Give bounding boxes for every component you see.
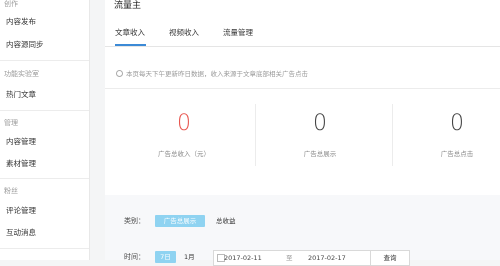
stat-label: 广告总点击 [440, 150, 474, 158]
update-notice: 本页每天下午更新昨日数据，收入来源于文章底部相关广告点击 [116, 69, 308, 79]
notice-text: 本页每天下午更新昨日数据，收入来源于文章底部相关广告点击 [126, 70, 308, 78]
end-date[interactable]: 2017-02-17 [308, 252, 346, 264]
stat-value: 0 [450, 111, 464, 136]
sidebar-item-content-manage[interactable]: 内容管理 [6, 137, 36, 146]
notice-divider [105, 88, 500, 89]
start-date[interactable]: 2017-02-11 [224, 252, 262, 264]
category-revenue-button[interactable]: 总收益 [216, 215, 236, 227]
stat-total-clicks: 0 广告总点击 [392, 104, 500, 174]
sidebar-section-fans: 粉丝 [4, 187, 18, 195]
category-impressions-button[interactable]: 广告总展示 [155, 215, 205, 227]
sidebar-section-manage: 管理 [4, 119, 18, 127]
stat-total-impressions: 0 广告总展示 [255, 104, 385, 174]
sidebar-item-comments[interactable]: 评论管理 [6, 206, 36, 215]
tab-traffic-manage[interactable]: 流量管理 [223, 28, 253, 38]
sidebar-item-source-sync[interactable]: 内容源同步 [6, 40, 44, 49]
tab-article-income[interactable]: 文章收入 [115, 28, 145, 38]
time-label: 时间： [124, 253, 145, 261]
sidebar-divider [0, 178, 89, 179]
tabs-divider [105, 46, 500, 47]
page-title: 流量主 [114, 1, 142, 11]
sidebar-item-material-manage[interactable]: 素材管理 [6, 159, 36, 168]
clock-icon [116, 70, 123, 77]
range-7d-button[interactable]: 7日 [155, 251, 176, 263]
stat-total-income: 0 广告总收入（元） [119, 104, 249, 174]
stat-label: 广告总收入（元） [158, 150, 210, 158]
sidebar-item-publish[interactable]: 内容发布 [6, 17, 36, 26]
sidebar-divider [0, 60, 89, 61]
stat-label: 广告总展示 [303, 150, 337, 158]
stat-value: 0 [313, 111, 327, 136]
sidebar-divider [0, 248, 89, 249]
stat-value: 0 [177, 111, 191, 136]
tab-video-income[interactable]: 视频收入 [169, 28, 199, 38]
date-range-picker[interactable]: 2017-02-11 至 2017-02-17 [213, 250, 371, 266]
sidebar: 创作 内容发布 内容源同步 功能实验室 热门文章 管理 内容管理 素材管理 粉丝… [0, 0, 90, 260]
range-1m-button[interactable]: 1月 [184, 251, 195, 263]
query-button[interactable]: 查询 [370, 250, 410, 266]
sidebar-item-messages[interactable]: 互动消息 [6, 228, 36, 237]
date-separator: 至 [286, 254, 293, 262]
sidebar-item-hot-articles[interactable]: 热门文章 [6, 90, 36, 99]
sidebar-section-create: 创作 [4, 0, 18, 8]
sidebar-section-lab: 功能实验室 [4, 70, 39, 78]
sidebar-divider [0, 110, 89, 111]
category-label: 类别： [124, 217, 145, 225]
